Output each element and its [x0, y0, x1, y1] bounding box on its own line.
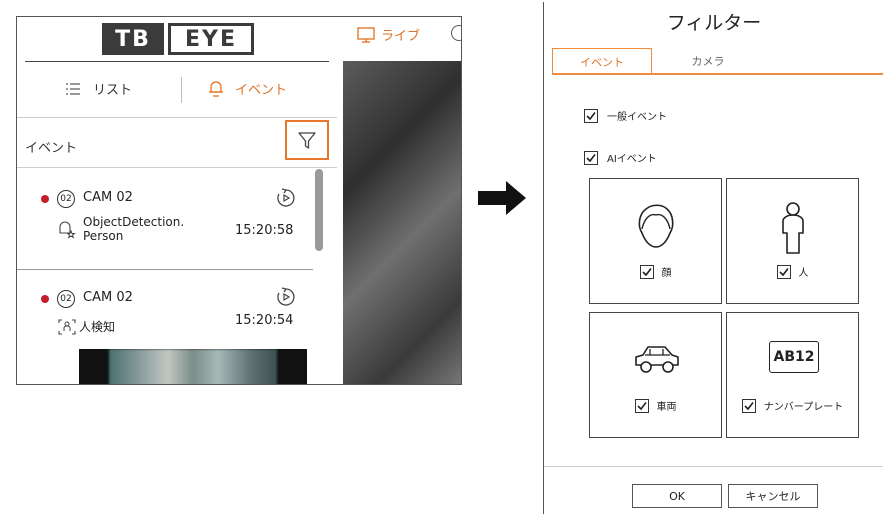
- event-time: 15:20:58: [235, 223, 294, 238]
- event-type: ObjectDetection. Person: [83, 215, 184, 243]
- channel-badge: 02: [57, 190, 75, 208]
- clock-icon[interactable]: [451, 25, 461, 41]
- event-list-panel: TB EYE ライブ リスト イベント イベント 02 CAM 02 Objec…: [16, 16, 462, 385]
- ok-button[interactable]: OK: [632, 484, 722, 508]
- record-dot: [41, 295, 49, 303]
- vehicle-option[interactable]: 車両: [590, 398, 721, 413]
- ai-card-person[interactable]: 人: [726, 178, 859, 304]
- checkmark-icon: [636, 401, 647, 410]
- playback-icon[interactable]: [276, 188, 296, 208]
- tab-camera[interactable]: カメラ: [658, 48, 758, 74]
- divider: [17, 269, 313, 270]
- face-checkbox[interactable]: [639, 264, 654, 279]
- scrollbar[interactable]: [315, 169, 323, 251]
- channel-badge: 02: [57, 290, 75, 308]
- face-icon: [638, 204, 674, 248]
- cancel-button[interactable]: キャンセル: [728, 484, 818, 508]
- divider: [25, 61, 329, 62]
- monitor-icon: [357, 26, 375, 43]
- object-detection-icon: [59, 221, 76, 239]
- logo-part-eye: EYE: [168, 23, 254, 55]
- record-dot: [41, 195, 49, 203]
- filter-icon: [298, 132, 316, 149]
- tab-event-label: イベント: [235, 83, 288, 98]
- footer-divider: [544, 466, 883, 467]
- ai-card-face[interactable]: 顔: [589, 178, 722, 304]
- event-time: 15:20:54: [235, 313, 294, 328]
- tab-list[interactable]: リスト: [65, 79, 132, 98]
- live-label: ライブ: [381, 29, 421, 44]
- event-camera: CAM 02: [83, 290, 133, 305]
- license-plate-option[interactable]: ナンバープレート: [727, 398, 858, 413]
- event-type-line1: ObjectDetection.: [83, 215, 185, 229]
- general-event-checkbox[interactable]: [584, 108, 598, 123]
- tbeye-logo: TB EYE: [102, 23, 254, 55]
- filter-dialog: フィルター イベント カメラ 一般イベント AIイベント 顔 人 車両 AB12…: [543, 2, 883, 514]
- face-option[interactable]: 顔: [590, 264, 721, 279]
- checkmark-icon: [586, 153, 596, 162]
- person-label: 人: [798, 268, 809, 279]
- tab-list-label: リスト: [93, 83, 133, 98]
- filter-button[interactable]: [285, 120, 329, 160]
- license-plate-label: ナンバープレート: [763, 402, 844, 413]
- ai-event-checkbox[interactable]: [584, 150, 598, 165]
- person-icon: [782, 202, 804, 254]
- event-type: 人検知: [79, 320, 116, 334]
- live-video-preview: [343, 61, 461, 384]
- face-label: 顔: [661, 268, 672, 279]
- tab-event[interactable]: イベント: [552, 48, 652, 74]
- checkmark-icon: [744, 401, 754, 410]
- person-detection-icon: [58, 319, 76, 335]
- vehicle-label: 車両: [656, 402, 677, 413]
- ai-event-option[interactable]: AIイベント: [584, 150, 657, 165]
- list-icon: [66, 82, 80, 95]
- arrow-right-icon: [478, 181, 526, 215]
- tab-event[interactable]: イベント: [207, 79, 287, 98]
- checkmark-icon: [641, 267, 652, 276]
- event-heading: イベント: [25, 141, 78, 156]
- divider: [17, 117, 337, 118]
- general-event-option[interactable]: 一般イベント: [584, 108, 667, 123]
- tab-underline: [552, 73, 883, 75]
- tab-separator: [181, 77, 182, 103]
- divider: [17, 167, 337, 168]
- thumbnail-image: [109, 349, 277, 384]
- event-item[interactable]: 02 CAM 02 人検知 15:20:54: [17, 271, 313, 349]
- vehicle-checkbox[interactable]: [634, 398, 649, 413]
- dialog-title: フィルター: [666, 12, 762, 34]
- event-thumbnail[interactable]: [79, 349, 307, 384]
- general-event-label: 一般イベント: [607, 112, 667, 123]
- license-plate-checkbox[interactable]: [741, 398, 756, 413]
- event-type-line2: Person: [83, 229, 124, 243]
- playback-icon[interactable]: [276, 287, 296, 307]
- live-tab[interactable]: ライブ: [357, 25, 420, 44]
- checkmark-icon: [586, 111, 596, 120]
- event-camera: CAM 02: [83, 190, 133, 205]
- checkmark-icon: [778, 267, 789, 276]
- event-item[interactable]: 02 CAM 02 ObjectDetection. Person 15:20:…: [17, 169, 313, 267]
- logo-part-tb: TB: [102, 23, 164, 55]
- ai-card-vehicle[interactable]: 車両: [589, 312, 722, 438]
- person-checkbox[interactable]: [776, 264, 791, 279]
- ai-event-label: AIイベント: [607, 154, 657, 165]
- car-icon: [635, 346, 679, 373]
- person-option[interactable]: 人: [727, 264, 858, 279]
- license-plate-icon: AB12: [769, 341, 819, 373]
- bell-icon: [209, 80, 223, 97]
- ai-card-license-plate[interactable]: AB12 ナンバープレート: [726, 312, 859, 438]
